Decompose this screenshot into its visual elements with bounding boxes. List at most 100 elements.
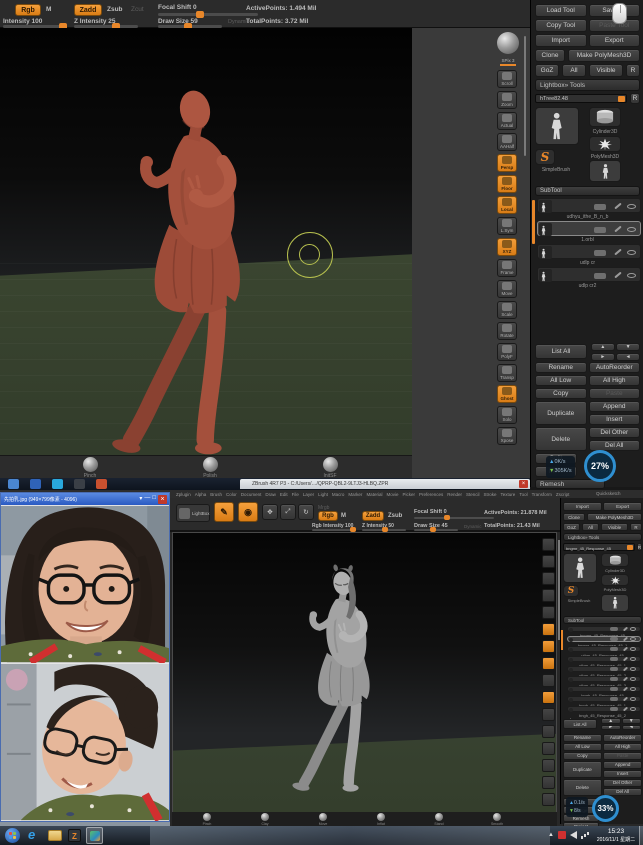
subtool-eye-icon[interactable] xyxy=(630,647,636,651)
show-desktop-button[interactable] xyxy=(639,826,643,845)
menu-color[interactable]: Color xyxy=(226,492,237,497)
zsub-button-2[interactable]: Zsub xyxy=(388,513,402,519)
shelf-button-xyz[interactable]: XYZ xyxy=(497,238,517,256)
panel-button-insert[interactable]: Insert xyxy=(589,414,641,425)
subtool-visibility-pill[interactable] xyxy=(610,647,618,651)
focal-shift-label[interactable]: Focal Shift 0 xyxy=(158,5,197,12)
shelf-button-polyf[interactable]: PolyF xyxy=(497,343,517,361)
lightbox-button[interactable]: LightBox xyxy=(176,504,210,522)
shelf-button-move[interactable]: Move xyxy=(497,280,517,298)
tray-brush-inflat[interactable]: Inflat xyxy=(362,813,400,826)
subtool-item[interactable] xyxy=(567,656,641,662)
clone-button-2[interactable]: Clone xyxy=(563,513,585,521)
tray-brush-move[interactable]: Move xyxy=(304,813,342,826)
reference-photo-side[interactable] xyxy=(1,663,169,821)
shelf2-button[interactable] xyxy=(542,708,555,721)
panel-button-copy[interactable]: Copy xyxy=(535,388,587,399)
current-tool-thumbnail-2[interactable] xyxy=(563,553,597,583)
menu-marker[interactable]: Marker xyxy=(348,492,362,497)
subtool-paint-icon[interactable] xyxy=(614,225,621,232)
panel-button-copy[interactable]: Copy xyxy=(563,752,602,760)
subtool-paint-icon[interactable] xyxy=(623,637,628,642)
subtool-eye-icon[interactable] xyxy=(630,667,636,671)
shelf-button-transp[interactable]: Transp xyxy=(497,364,517,382)
photo-viewer-taskbar-icon[interactable] xyxy=(86,827,103,844)
subtool-item[interactable] xyxy=(567,666,641,672)
panel-button-allhigh[interactable]: All High xyxy=(603,743,642,751)
shelf2-button[interactable] xyxy=(542,606,555,619)
shelf-button-rotate[interactable]: Rotate xyxy=(497,322,517,340)
shelf2-button[interactable] xyxy=(542,657,555,670)
subtool-visibility-pill[interactable] xyxy=(610,707,618,711)
menu-zscript[interactable]: Zscript xyxy=(556,492,570,497)
make-polymesh3d-button-2[interactable]: Make PolyMesh3D xyxy=(587,513,642,521)
subtool-eye-icon[interactable] xyxy=(630,627,636,631)
explorer-icon[interactable] xyxy=(48,830,62,841)
shelf-button-lsym[interactable]: L.Sym xyxy=(497,217,517,235)
subtool-item[interactable] xyxy=(567,696,641,702)
network-icon[interactable] xyxy=(581,836,583,839)
subtool-visibility-pill[interactable] xyxy=(610,677,618,681)
clone-button[interactable]: Clone xyxy=(535,49,565,62)
subtool-arrow-button[interactable]: ◄ xyxy=(616,353,640,361)
tray-brush-pinch[interactable]: Pinch xyxy=(188,813,226,826)
subtool-paint-icon[interactable] xyxy=(614,202,621,209)
menu-zplugin[interactable]: Zplugin xyxy=(176,492,191,497)
spix-slider[interactable]: SPix 3 xyxy=(498,58,518,66)
shelf2-button[interactable] xyxy=(542,572,555,585)
zbrush-taskbar-icon[interactable]: Z xyxy=(68,829,81,842)
draw-mode-button[interactable]: ◉ xyxy=(238,502,258,522)
current-tool-thumbnail[interactable] xyxy=(535,107,579,145)
subtool-item[interactable] xyxy=(567,626,641,632)
subtool-visibility-pill[interactable] xyxy=(594,204,606,210)
menu-macro[interactable]: Macro xyxy=(332,492,345,497)
subtool-item[interactable] xyxy=(567,646,641,652)
simplebrush-thumbnail-2[interactable]: S xyxy=(563,585,579,597)
subtool-arrow-button[interactable]: ▼ xyxy=(622,718,642,724)
zadd-button[interactable]: Zadd xyxy=(74,4,102,16)
panel-button-delete[interactable]: Delete xyxy=(563,779,602,796)
window-title-fragment[interactable]: ZBrush 4R7 P3 - C:/Users/…/QPRP-QBL2-9LT… xyxy=(240,479,530,489)
zadd-button-2[interactable]: Zadd xyxy=(362,511,384,521)
panel-button-alllow[interactable]: All Low xyxy=(535,375,587,386)
subtool-header[interactable]: SubTool xyxy=(535,186,640,196)
shelf-button-solo[interactable]: Solo xyxy=(497,406,517,424)
subtool-item[interactable] xyxy=(567,706,641,712)
panel-button-import[interactable]: Import xyxy=(563,502,602,511)
panel-button-import[interactable]: Import xyxy=(535,34,587,47)
polymesh3d-thumbnail[interactable] xyxy=(589,136,621,152)
list-all-button-2[interactable]: List All xyxy=(563,719,597,729)
sculpt-figure-gray[interactable] xyxy=(271,561,414,809)
menu-transform[interactable]: Transform xyxy=(532,492,552,497)
shelf2-button[interactable] xyxy=(542,725,555,738)
subtool-visibility-pill[interactable] xyxy=(610,687,618,691)
subtool-item[interactable] xyxy=(537,244,641,259)
menu-stroke[interactable]: Stroke xyxy=(484,492,497,497)
subtool-eye-icon[interactable] xyxy=(630,677,636,681)
strip-app-icon[interactable] xyxy=(74,479,85,489)
subtool-eye-icon[interactable] xyxy=(630,637,636,641)
shelf2-button[interactable] xyxy=(542,538,555,551)
subtool-eye-icon[interactable] xyxy=(630,707,636,711)
subtool-visibility-pill[interactable] xyxy=(594,227,606,233)
subtool-paint-icon[interactable] xyxy=(623,677,628,682)
subtool-visibility-pill[interactable] xyxy=(610,667,618,671)
shelf2-button[interactable] xyxy=(542,589,555,602)
rgb-button[interactable]: Rgb xyxy=(15,4,41,16)
subtool-eye-icon[interactable] xyxy=(627,204,636,209)
subtool-item[interactable] xyxy=(567,686,641,692)
focal-shift-label-2[interactable]: Focal Shift 0 xyxy=(414,510,447,516)
subtool-paint-icon[interactable] xyxy=(623,667,628,672)
menu-edit[interactable]: Edit xyxy=(280,492,288,497)
shelf2-button[interactable] xyxy=(542,674,555,687)
menu-material[interactable]: Material xyxy=(366,492,382,497)
rgb-button-2[interactable]: Rgb xyxy=(318,511,338,521)
tool-name-r-button[interactable]: R xyxy=(630,93,640,104)
goz-button[interactable]: GoZ xyxy=(535,64,559,77)
subtool-paint-icon[interactable] xyxy=(623,647,628,652)
shelf-button-ghost[interactable]: Ghost xyxy=(497,385,517,403)
shelf-button-local[interactable]: Local xyxy=(497,196,517,214)
panel-button-autoreorder[interactable]: AutoReorder xyxy=(589,362,641,373)
menu-texture[interactable]: Texture xyxy=(501,492,516,497)
tray-expand-icon[interactable]: ▲ xyxy=(548,832,554,838)
